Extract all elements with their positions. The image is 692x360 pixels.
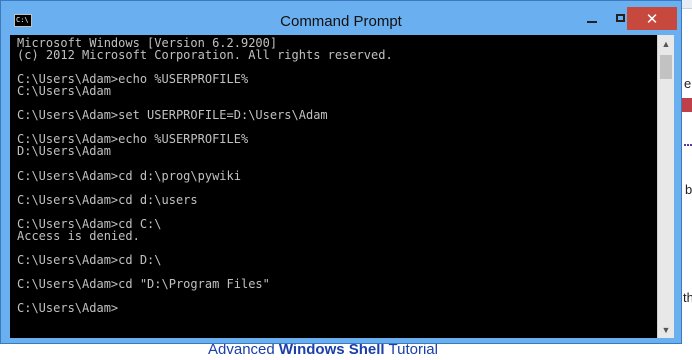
scrollbar-thumb[interactable] bbox=[660, 55, 672, 79]
close-icon: ✕ bbox=[645, 9, 659, 28]
console-line: C:\Users\Adam bbox=[17, 84, 111, 99]
page-link-underline-fragment bbox=[684, 144, 692, 149]
console-line: C:\Users\Adam>cd D:\ bbox=[17, 252, 162, 267]
page-text-fragment: th bbox=[683, 290, 692, 305]
console-line: C:\Users\Adam> bbox=[17, 301, 119, 316]
command-prompt-window[interactable]: C:\ Command Prompt ✕ Microsoft Windows [… bbox=[0, 0, 682, 344]
minimize-icon bbox=[587, 21, 597, 23]
console-line: (c) 2012 Microsoft Corporation. All righ… bbox=[17, 48, 393, 63]
console-text: Microsoft Windows [Version 6.2.9200] (c)… bbox=[10, 35, 657, 314]
console-line: D:\Users\Adam bbox=[17, 144, 111, 159]
console-line: C:\Users\Adam>set USERPROFILE=D:\Users\A… bbox=[17, 108, 328, 123]
page-text-fragment: b bbox=[685, 182, 692, 197]
scroll-down-arrow-icon[interactable]: ▼ bbox=[658, 321, 674, 338]
console-line: C:\Users\Adam>cd d:\users bbox=[17, 192, 198, 207]
close-button[interactable]: ✕ bbox=[627, 7, 677, 30]
console-line: Access is denied. bbox=[17, 228, 140, 243]
page-text-fragment: e bbox=[684, 76, 692, 91]
title-bar[interactable]: C:\ Command Prompt ✕ bbox=[1, 1, 681, 35]
vertical-scrollbar[interactable]: ▲ ▼ bbox=[657, 35, 674, 338]
console-line: C:\Users\Adam>cd "D:\Program Files" bbox=[17, 276, 270, 291]
console-output-area[interactable]: Microsoft Windows [Version 6.2.9200] (c)… bbox=[10, 35, 657, 338]
maximize-icon bbox=[615, 14, 625, 22]
scroll-up-arrow-icon[interactable]: ▲ bbox=[658, 35, 674, 52]
console-line: C:\Users\Adam>cd d:\prog\pywiki bbox=[17, 168, 241, 183]
page-image-fragment bbox=[682, 98, 692, 112]
minimize-button[interactable] bbox=[577, 7, 607, 29]
